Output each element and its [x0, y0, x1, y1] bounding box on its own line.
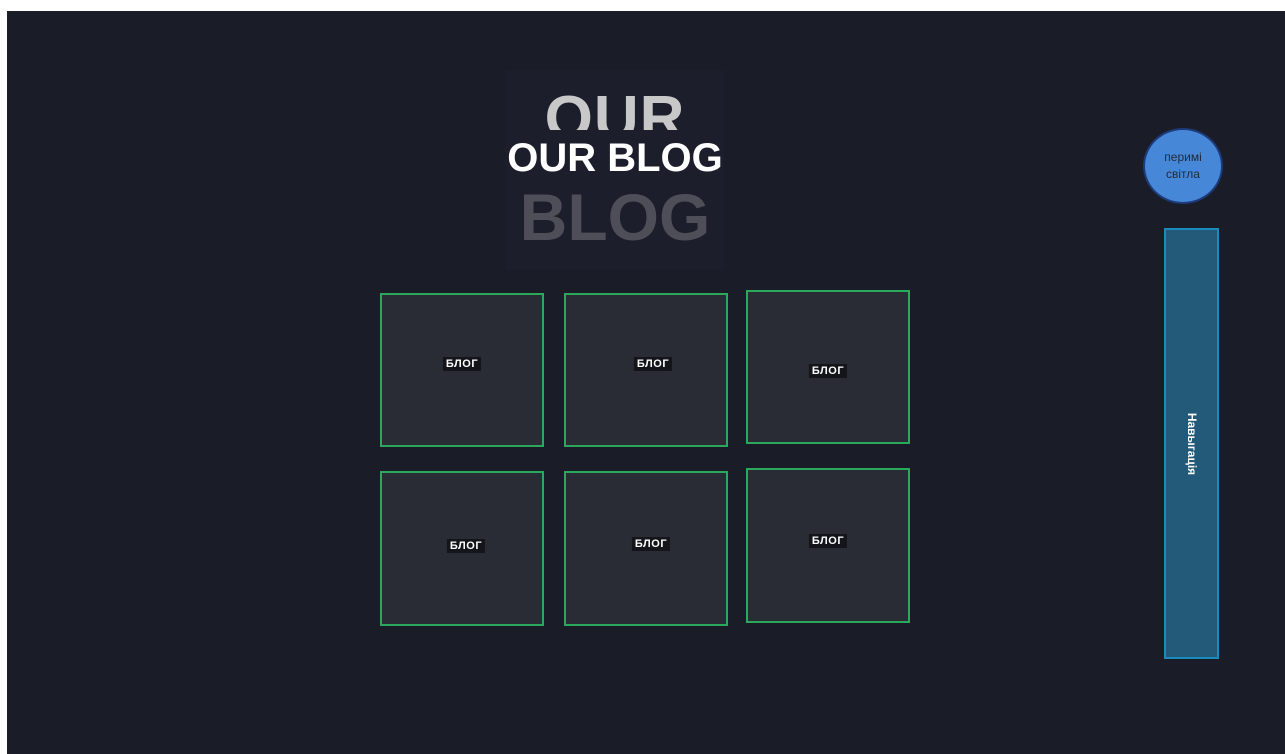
blog-card-6[interactable]: БЛОГ — [746, 468, 910, 623]
blog-card-3[interactable]: БЛОГ — [746, 290, 910, 444]
blog-card-label: БЛОГ — [808, 533, 848, 548]
blog-card-1[interactable]: БЛОГ — [380, 293, 544, 447]
blog-card-label: БЛОГ — [446, 538, 486, 553]
blog-card-label: БЛОГ — [633, 357, 673, 371]
blog-card-2[interactable]: БЛОГ — [564, 293, 728, 447]
blog-card-label: БЛОГ — [442, 357, 482, 371]
blog-title-block: OUR OUR BLOG BLOG — [506, 70, 724, 270]
title-background-bottom: BLOG — [519, 180, 711, 254]
navigation-panel[interactable]: Навыгація — [1164, 228, 1219, 659]
blog-card-4[interactable]: БЛОГ — [380, 471, 544, 626]
title-background-top: OUR — [544, 84, 686, 130]
theme-toggle-label: перимі світла — [1164, 150, 1202, 181]
page-viewport: OUR OUR BLOG BLOG БЛОГ БЛОГ БЛОГ БЛОГ БЛ… — [7, 11, 1285, 754]
navigation-label: Навыгація — [1184, 412, 1199, 475]
blog-card-label: БЛОГ — [808, 364, 848, 378]
theme-toggle-button[interactable]: перимі світла — [1143, 128, 1223, 204]
page-title: OUR BLOG — [507, 136, 723, 180]
blog-card-5[interactable]: БЛОГ — [564, 471, 728, 626]
blog-card-label: БЛОГ — [631, 536, 671, 551]
